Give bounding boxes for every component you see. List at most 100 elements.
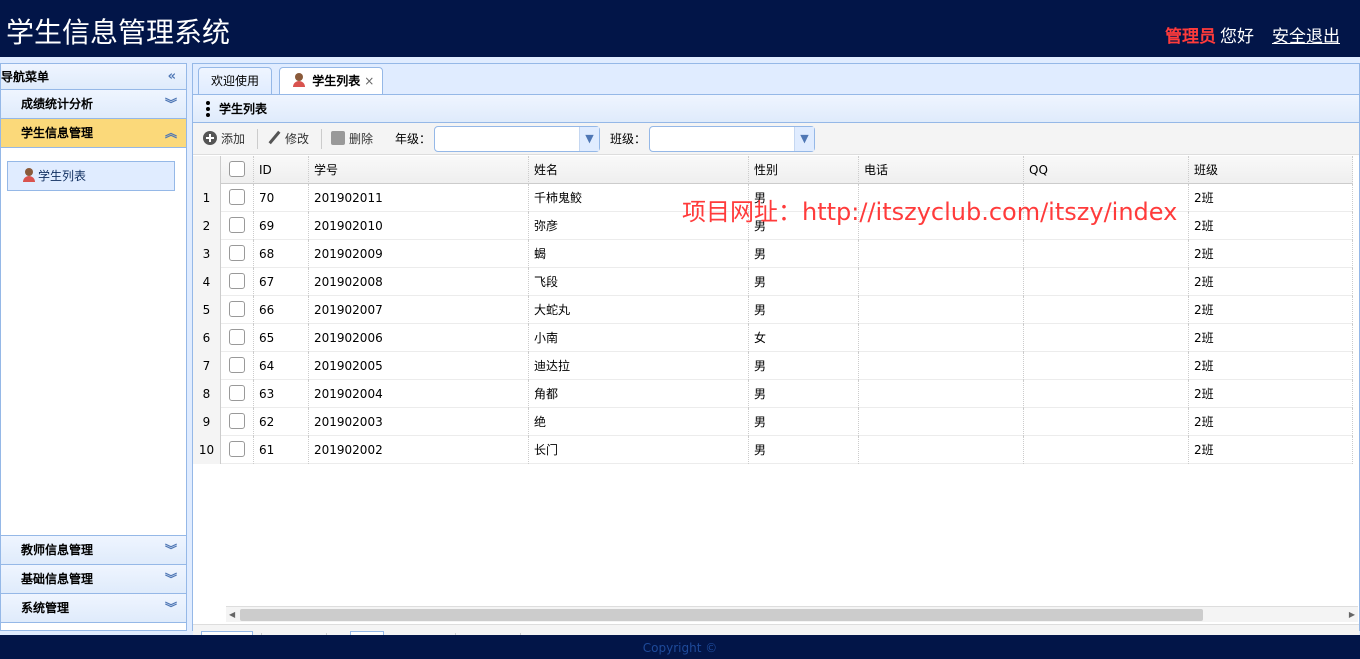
menu-section-score[interactable]: 成绩统计分析 ︾	[1, 90, 186, 119]
cell-name: 蝎	[529, 240, 749, 268]
row-checkbox[interactable]	[229, 273, 245, 289]
column-header-sex[interactable]: 性别	[749, 156, 859, 184]
row-checkbox[interactable]	[229, 385, 245, 401]
column-header-sno[interactable]: 学号	[309, 156, 529, 184]
expand-icon: ︾	[164, 543, 177, 557]
cell-class: 2班	[1189, 268, 1353, 296]
menu-section-body: 学生列表	[1, 148, 186, 536]
row-select-cell	[221, 436, 254, 464]
row-checkbox[interactable]	[229, 245, 245, 261]
cell-sno: 201902003	[309, 408, 529, 436]
menu-section-teacher[interactable]: 教师信息管理 ︾	[1, 536, 186, 565]
chevron-down-icon[interactable]: ▼	[579, 127, 599, 151]
panel-title: 学生列表	[219, 102, 268, 116]
row-select-cell	[221, 184, 254, 212]
cell-sno: 201902006	[309, 324, 529, 352]
row-checkbox[interactable]	[229, 329, 245, 345]
tab-student-list[interactable]: 学生列表 ×	[279, 67, 384, 95]
tab-label: 学生列表	[312, 74, 361, 88]
column-header-name[interactable]: 姓名	[529, 156, 749, 184]
row-select-cell	[221, 408, 254, 436]
select-all-cell	[221, 156, 254, 184]
sidebar: 导航菜单 « 成绩统计分析 ︾ 学生信息管理 ︽ 学生列表 教师信息管理 ︾ 基…	[0, 63, 187, 631]
chevron-down-icon[interactable]: ▼	[794, 127, 814, 151]
user-icon	[292, 73, 306, 87]
cell-phone	[859, 380, 1024, 408]
row-checkbox[interactable]	[229, 357, 245, 373]
table-row[interactable]: 3 68 201902009 蝎男 2班	[193, 240, 1353, 268]
row-checkbox[interactable]	[229, 217, 245, 233]
sidebar-item-student-list[interactable]: 学生列表	[7, 161, 175, 191]
table-row[interactable]: 8 63 201902004 角都男 2班	[193, 380, 1353, 408]
row-checkbox[interactable]	[229, 189, 245, 205]
grade-select[interactable]: ▼	[434, 126, 600, 152]
horizontal-scrollbar[interactable]: ◀ ▶	[226, 606, 1358, 622]
cell-sno: 201902010	[309, 212, 529, 240]
table-row[interactable]: 10 61 201902002 长门男 2班	[193, 436, 1353, 464]
delete-icon	[331, 131, 345, 145]
cell-class: 2班	[1189, 352, 1353, 380]
column-header-id[interactable]: ID	[254, 156, 309, 184]
scroll-right-icon[interactable]: ▶	[1349, 607, 1355, 623]
cell-class: 2班	[1189, 380, 1353, 408]
menu-section-basic[interactable]: 基础信息管理 ︾	[1, 565, 186, 594]
more-icon	[206, 101, 210, 117]
row-number: 10	[193, 436, 221, 464]
tab-welcome[interactable]: 欢迎使用	[198, 67, 273, 95]
collapse-sidebar-icon[interactable]: «	[168, 64, 176, 90]
cell-name: 小南	[529, 324, 749, 352]
row-checkbox[interactable]	[229, 413, 245, 429]
cell-qq	[1024, 352, 1189, 380]
cell-sex: 男	[749, 240, 859, 268]
delete-button[interactable]: 删除	[331, 123, 373, 155]
collapse-icon: ︽	[164, 126, 177, 140]
cell-phone	[859, 296, 1024, 324]
menu-section-label: 系统管理	[21, 601, 70, 615]
toolbar-divider	[321, 129, 322, 149]
column-header-qq[interactable]: QQ	[1024, 156, 1189, 184]
cell-sno: 201902002	[309, 436, 529, 464]
menu-section-student[interactable]: 学生信息管理 ︽	[1, 119, 186, 148]
select-all-checkbox[interactable]	[229, 161, 245, 177]
table-row[interactable]: 4 67 201902008 飞段男 2班	[193, 268, 1353, 296]
cell-id: 62	[254, 408, 309, 436]
cell-phone	[859, 240, 1024, 268]
class-label: 班级：	[610, 132, 647, 146]
footer: Copyright ©	[0, 635, 1360, 659]
close-icon[interactable]: ×	[364, 74, 374, 88]
table-row[interactable]: 7 64 201902005 迪达拉男 2班	[193, 352, 1353, 380]
row-select-cell	[221, 324, 254, 352]
cell-sno: 201902004	[309, 380, 529, 408]
pencil-icon	[267, 131, 281, 145]
table-row[interactable]: 5 66 201902007 大蛇丸男 2班	[193, 296, 1353, 324]
menu-section-system[interactable]: 系统管理 ︾	[1, 594, 186, 623]
edit-label: 修改	[285, 132, 310, 146]
row-select-cell	[221, 212, 254, 240]
cell-qq	[1024, 408, 1189, 436]
cell-qq	[1024, 296, 1189, 324]
cell-qq	[1024, 436, 1189, 464]
row-number: 6	[193, 324, 221, 352]
row-checkbox[interactable]	[229, 441, 245, 457]
scrollbar-thumb[interactable]	[240, 609, 1203, 621]
cell-sex: 男	[749, 268, 859, 296]
add-button[interactable]: 添加	[203, 123, 245, 155]
class-select[interactable]: ▼	[649, 126, 815, 152]
column-header-phone[interactable]: 电话	[859, 156, 1024, 184]
panel-header: 学生列表	[193, 95, 1359, 123]
cell-sno: 201902008	[309, 268, 529, 296]
logout-link[interactable]: 安全退出	[1272, 27, 1340, 47]
table-row[interactable]: 6 65 201902006 小南女 2班	[193, 324, 1353, 352]
scroll-left-icon[interactable]: ◀	[229, 607, 235, 623]
row-select-cell	[221, 240, 254, 268]
cell-phone	[859, 268, 1024, 296]
row-checkbox[interactable]	[229, 301, 245, 317]
cell-class: 2班	[1189, 296, 1353, 324]
table-header: ID 学号 姓名 性别 电话 QQ 班级	[193, 156, 1353, 184]
row-select-cell	[221, 380, 254, 408]
table-row[interactable]: 9 62 201902003 绝男 2班	[193, 408, 1353, 436]
edit-button[interactable]: 修改	[267, 123, 309, 155]
cell-sex: 男	[749, 296, 859, 324]
user-area: 管理员 您好 安全退出	[1165, 22, 1340, 47]
column-header-class[interactable]: 班级	[1189, 156, 1353, 184]
